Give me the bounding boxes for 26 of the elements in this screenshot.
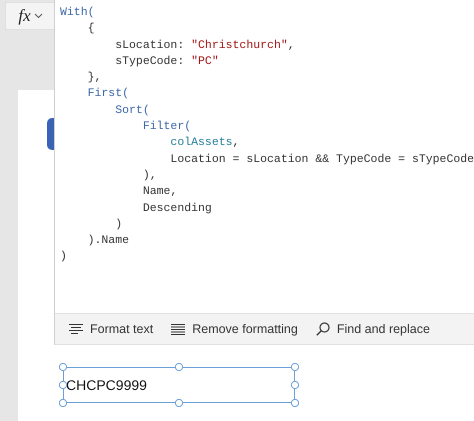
canvas-button[interactable] bbox=[47, 118, 54, 150]
code-line: ) bbox=[114, 216, 122, 233]
format-text-icon bbox=[69, 324, 83, 334]
remove-formatting-button[interactable]: Remove formatting bbox=[169, 320, 300, 338]
code-line: Sort( bbox=[114, 102, 150, 119]
code-line: { bbox=[86, 21, 95, 38]
code-line: Filter( bbox=[142, 119, 192, 136]
search-icon bbox=[316, 322, 330, 336]
code-line: ), bbox=[142, 168, 157, 184]
code-line: colAssets, bbox=[169, 135, 240, 152]
code-line: With( bbox=[60, 5, 95, 21]
code-line: sLocation: "Christchurch", bbox=[114, 38, 295, 54]
lines-icon bbox=[171, 324, 186, 334]
code-line: First( bbox=[86, 86, 130, 102]
code-line: Name, bbox=[142, 184, 178, 200]
code-line: Location = sLocation && TypeCode = sTypeCode bbox=[169, 152, 474, 168]
code-line: }, bbox=[86, 70, 102, 86]
text-label[interactable]: CHCPC9999 bbox=[59, 363, 299, 407]
format-text-button[interactable]: Format text bbox=[67, 320, 156, 338]
code-line: sTypeCode: "PC" bbox=[114, 54, 219, 70]
code-line: Descending bbox=[142, 200, 212, 217]
function-button[interactable]: fx bbox=[5, 2, 55, 30]
code-line: ).Name bbox=[86, 233, 130, 250]
chevron-icon bbox=[34, 13, 43, 19]
code-line: ) bbox=[60, 249, 67, 266]
find-replace-button[interactable]: Find and replace bbox=[314, 320, 432, 338]
